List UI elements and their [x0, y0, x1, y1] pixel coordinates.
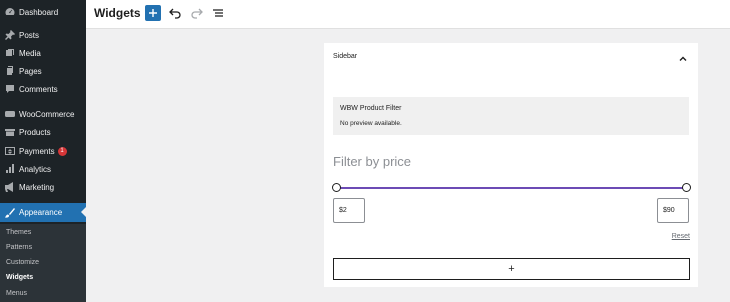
- sidebar-item-dashboard[interactable]: Dashboard: [0, 3, 86, 21]
- sidebar-item-label: Comments: [19, 84, 58, 94]
- sidebar-item-label: WooCommerce: [19, 109, 75, 119]
- sidebar-item-label: Posts: [19, 30, 40, 40]
- max-price-handle[interactable]: [682, 183, 691, 192]
- undo-icon: [169, 8, 181, 19]
- submenu-item-patterns[interactable]: Patterns: [6, 244, 32, 251]
- sidebar-item-label: Products: [19, 127, 51, 137]
- sidebar-item-appearance[interactable]: Appearance: [0, 203, 86, 222]
- brush-icon: [5, 207, 15, 218]
- sidebar-item-payments[interactable]: Payments 1: [0, 142, 86, 160]
- submenu-item-customize[interactable]: Customize: [6, 259, 39, 266]
- comment-icon: [5, 84, 15, 94]
- dashboard-icon: [5, 7, 15, 17]
- chevron-up-icon: [679, 56, 687, 61]
- min-price-input[interactable]: $2: [333, 198, 365, 223]
- pages-icon: [5, 66, 15, 76]
- media-icon: [5, 48, 15, 58]
- sidebar-item-label: Payments: [19, 146, 55, 156]
- admin-sidebar: Dashboard Posts Media Pages Comments Woo…: [0, 0, 86, 302]
- sidebar-item-posts[interactable]: Posts: [0, 26, 86, 44]
- redo-button[interactable]: [190, 6, 204, 20]
- redo-icon: [191, 8, 203, 19]
- analytics-icon: [5, 164, 15, 174]
- sidebar-item-label: Appearance: [19, 208, 63, 217]
- widget-name: WBW Product Filter: [340, 105, 402, 112]
- sidebar-item-label: Media: [19, 48, 41, 58]
- widget-area-title[interactable]: Sidebar: [333, 53, 357, 60]
- editor-toolbar: Widgets: [86, 0, 730, 29]
- pin-icon: [5, 30, 15, 40]
- block-appender-button[interactable]: +: [333, 258, 690, 280]
- sidebar-item-label: Analytics: [19, 164, 52, 174]
- products-icon: [5, 127, 15, 137]
- filter-heading: Filter by price: [333, 154, 412, 169]
- sidebar-item-media[interactable]: Media: [0, 44, 86, 62]
- max-price-input[interactable]: $90: [657, 198, 689, 223]
- sidebar-item-pages[interactable]: Pages: [0, 62, 86, 80]
- sidebar-item-label: Pages: [19, 66, 42, 76]
- sidebar-item-label: Dashboard: [19, 7, 59, 17]
- page-title: Widgets: [94, 6, 141, 20]
- sidebar-item-comments[interactable]: Comments: [0, 80, 86, 98]
- payments-icon: [5, 146, 15, 156]
- sidebar-item-products[interactable]: Products: [0, 123, 86, 141]
- submenu-item-themes[interactable]: Themes: [6, 229, 31, 236]
- list-view-icon: [213, 9, 223, 17]
- price-slider-track[interactable]: [336, 187, 686, 189]
- notification-badge: 1: [57, 146, 67, 156]
- undo-button[interactable]: [168, 6, 182, 20]
- list-view-button[interactable]: [211, 6, 225, 20]
- woocommerce-icon: [5, 109, 15, 119]
- sidebar-item-woocommerce[interactable]: WooCommerce: [0, 105, 86, 123]
- sidebar-item-marketing[interactable]: Marketing: [0, 178, 86, 196]
- reset-link[interactable]: Reset: [672, 233, 690, 240]
- submenu-item-menus[interactable]: Menus: [6, 290, 27, 297]
- widget-preview-box[interactable]: WBW Product Filter No preview available.: [333, 97, 689, 135]
- appearance-submenu: Themes Patterns Customize Widgets Menus: [0, 224, 86, 302]
- submenu-item-widgets[interactable]: Widgets: [6, 274, 33, 281]
- collapse-button[interactable]: [678, 51, 688, 61]
- plus-icon: [149, 9, 157, 17]
- add-block-button[interactable]: [145, 5, 161, 21]
- active-indicator-arrow: [81, 207, 86, 217]
- widget-area-panel: Sidebar WBW Product Filter No preview av…: [324, 43, 698, 287]
- sidebar-item-label: Marketing: [19, 182, 55, 192]
- sidebar-item-analytics[interactable]: Analytics: [0, 160, 86, 178]
- megaphone-icon: [5, 182, 15, 192]
- min-price-handle[interactable]: [332, 183, 341, 192]
- widget-preview-text: No preview available.: [340, 120, 402, 127]
